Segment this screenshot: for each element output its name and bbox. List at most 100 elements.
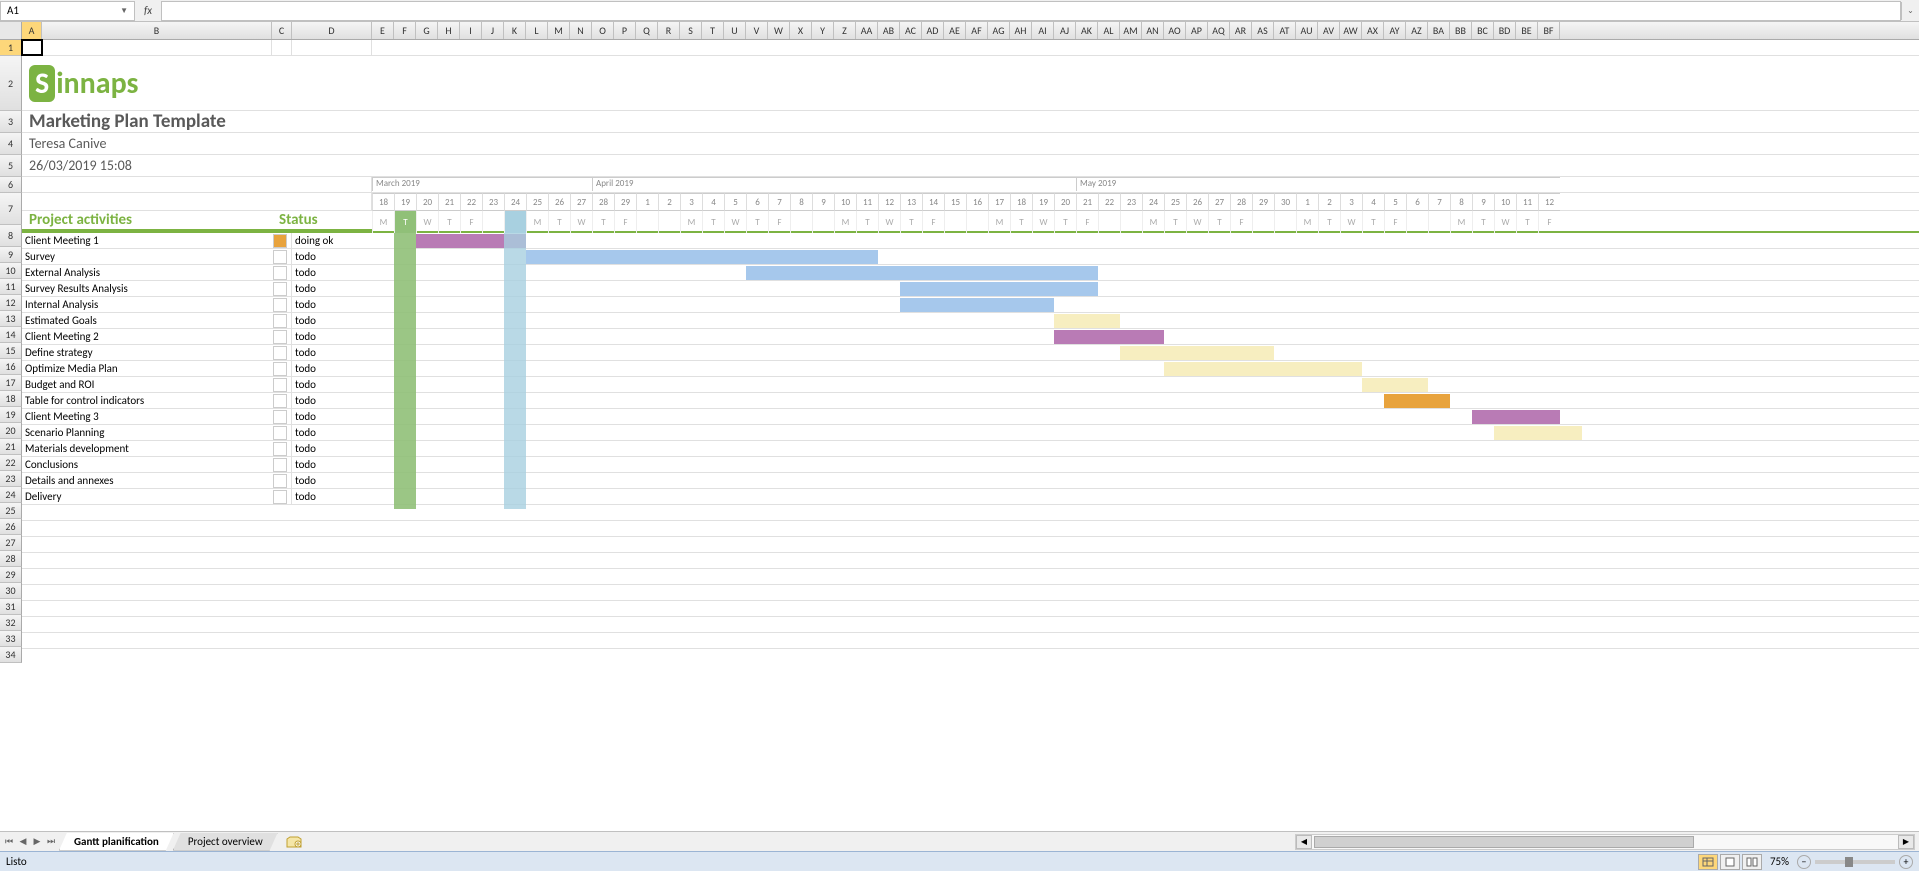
column-header[interactable]: AX bbox=[1362, 22, 1384, 39]
gantt-bar[interactable] bbox=[1384, 394, 1450, 408]
activity-status[interactable]: doing ok bbox=[292, 233, 372, 248]
gantt-bar[interactable] bbox=[1054, 314, 1120, 328]
page-break-view-button[interactable] bbox=[1742, 854, 1762, 870]
column-header[interactable]: AP bbox=[1186, 22, 1208, 39]
formula-input[interactable] bbox=[161, 1, 1901, 21]
row-header[interactable]: 7 bbox=[0, 193, 22, 225]
column-header[interactable]: P bbox=[614, 22, 636, 39]
tab-nav-button[interactable]: ⏮ bbox=[2, 834, 16, 850]
cells-area[interactable]: SinnapsMarketing Plan TemplateTeresa Can… bbox=[22, 40, 1919, 663]
activity-name[interactable]: Budget and ROI bbox=[22, 377, 272, 392]
activity-status[interactable]: todo bbox=[292, 297, 372, 312]
activity-name[interactable]: External Analysis bbox=[22, 265, 272, 280]
activity-name[interactable]: Optimize Media Plan bbox=[22, 361, 272, 376]
activity-status[interactable]: todo bbox=[292, 425, 372, 440]
activity-status[interactable]: todo bbox=[292, 281, 372, 296]
column-header[interactable]: AE bbox=[944, 22, 966, 39]
cell[interactable]: Teresa Canive bbox=[22, 133, 372, 154]
row-header[interactable]: 27 bbox=[0, 535, 22, 551]
column-header[interactable]: AN bbox=[1142, 22, 1164, 39]
cell[interactable] bbox=[272, 457, 292, 472]
row-header[interactable]: 16 bbox=[0, 359, 22, 375]
cell[interactable] bbox=[272, 233, 292, 248]
row-header[interactable]: 33 bbox=[0, 631, 22, 647]
column-header[interactable]: X bbox=[790, 22, 812, 39]
activity-status[interactable]: todo bbox=[292, 441, 372, 456]
cell[interactable] bbox=[272, 329, 292, 344]
name-box[interactable]: A1 ▼ bbox=[0, 1, 135, 21]
column-header[interactable]: AI bbox=[1032, 22, 1054, 39]
formula-expand-icon[interactable]: ⌄ bbox=[1901, 2, 1919, 20]
activity-name[interactable]: Survey Results Analysis bbox=[22, 281, 272, 296]
tab-nav-button[interactable]: ◀ bbox=[16, 834, 30, 850]
cell[interactable] bbox=[272, 425, 292, 440]
activity-name[interactable]: Client Meeting 3 bbox=[22, 409, 272, 424]
row-header[interactable]: 24 bbox=[0, 487, 22, 503]
name-box-dropdown-icon[interactable]: ▼ bbox=[120, 6, 128, 16]
cell[interactable]: Status bbox=[272, 211, 372, 231]
zoom-out-button[interactable]: − bbox=[1797, 855, 1811, 869]
activity-status[interactable]: todo bbox=[292, 265, 372, 280]
activity-name[interactable]: Scenario Planning bbox=[22, 425, 272, 440]
row-header[interactable]: 34 bbox=[0, 647, 22, 663]
zoom-in-button[interactable]: + bbox=[1899, 855, 1913, 869]
column-header[interactable]: Q bbox=[636, 22, 658, 39]
activity-name[interactable]: Delivery bbox=[22, 489, 272, 504]
column-header[interactable]: A bbox=[22, 22, 42, 39]
activity-name[interactable]: Table for control indicators bbox=[22, 393, 272, 408]
cell[interactable]: Marketing Plan Template bbox=[22, 111, 372, 132]
column-header[interactable]: T bbox=[702, 22, 724, 39]
column-header[interactable]: BD bbox=[1494, 22, 1516, 39]
column-header[interactable]: AR bbox=[1230, 22, 1252, 39]
zoom-level[interactable]: 75% bbox=[1770, 855, 1789, 868]
selected-cell[interactable] bbox=[22, 40, 42, 55]
column-header[interactable]: AV bbox=[1318, 22, 1340, 39]
tab-nav-button[interactable]: ⏭ bbox=[44, 834, 58, 850]
cell[interactable] bbox=[272, 409, 292, 424]
cell[interactable]: 26/03/2019 15:08 bbox=[22, 155, 372, 176]
activity-status[interactable]: todo bbox=[292, 393, 372, 408]
column-header[interactable]: I bbox=[460, 22, 482, 39]
column-header[interactable]: G bbox=[416, 22, 438, 39]
activity-status[interactable]: todo bbox=[292, 489, 372, 504]
row-header[interactable]: 4 bbox=[0, 133, 22, 155]
column-header[interactable]: BB bbox=[1450, 22, 1472, 39]
column-header[interactable]: U bbox=[724, 22, 746, 39]
column-header[interactable]: AU bbox=[1296, 22, 1318, 39]
column-header[interactable]: AK bbox=[1076, 22, 1098, 39]
cell[interactable] bbox=[272, 249, 292, 264]
activity-status[interactable]: todo bbox=[292, 473, 372, 488]
row-header[interactable]: 25 bbox=[0, 503, 22, 519]
row-header[interactable]: 14 bbox=[0, 327, 22, 343]
column-header[interactable]: AC bbox=[900, 22, 922, 39]
row-header[interactable]: 23 bbox=[0, 471, 22, 487]
row-header[interactable]: 29 bbox=[0, 567, 22, 583]
column-header[interactable]: N bbox=[570, 22, 592, 39]
row-header[interactable]: 28 bbox=[0, 551, 22, 567]
gantt-bar[interactable] bbox=[1472, 410, 1560, 424]
row-header[interactable]: 15 bbox=[0, 343, 22, 359]
sheet-tab[interactable]: Gantt planification bbox=[59, 833, 174, 851]
horizontal-scrollbar[interactable]: ◀ ▶ bbox=[1295, 834, 1915, 850]
column-header[interactable]: AG bbox=[988, 22, 1010, 39]
select-all-corner[interactable] bbox=[0, 22, 22, 39]
activity-status[interactable]: todo bbox=[292, 361, 372, 376]
column-header[interactable]: B bbox=[42, 22, 272, 39]
cell[interactable] bbox=[22, 177, 372, 192]
gantt-bar[interactable] bbox=[900, 298, 1054, 312]
activity-status[interactable]: todo bbox=[292, 249, 372, 264]
row-header[interactable]: 20 bbox=[0, 423, 22, 439]
gantt-bar[interactable] bbox=[1362, 378, 1428, 392]
column-header[interactable]: H bbox=[438, 22, 460, 39]
column-header[interactable]: M bbox=[548, 22, 570, 39]
new-sheet-button[interactable] bbox=[282, 834, 306, 850]
row-header[interactable]: 9 bbox=[0, 247, 22, 263]
column-header[interactable]: S bbox=[680, 22, 702, 39]
cell[interactable]: Sinnaps bbox=[22, 56, 372, 110]
column-header[interactable]: J bbox=[482, 22, 504, 39]
activity-name[interactable]: Client Meeting 1 bbox=[22, 233, 272, 248]
column-header[interactable]: V bbox=[746, 22, 768, 39]
gantt-bar[interactable] bbox=[900, 282, 1098, 296]
gantt-bar[interactable] bbox=[1054, 330, 1164, 344]
column-header[interactable]: BE bbox=[1516, 22, 1538, 39]
